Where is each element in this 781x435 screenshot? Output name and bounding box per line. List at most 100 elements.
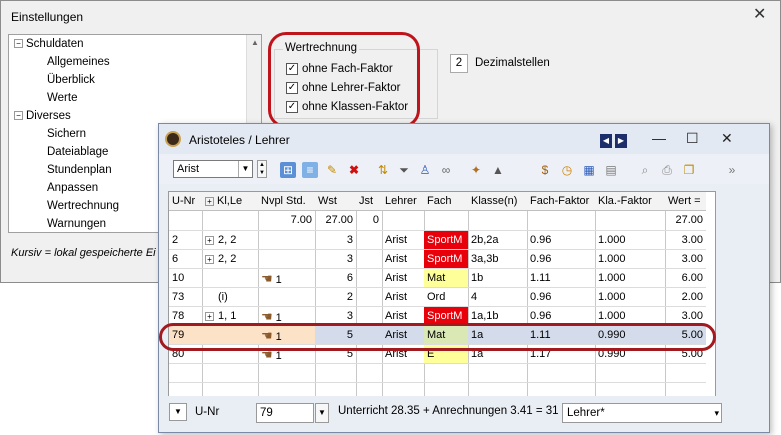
row-wst[interactable]: 2 bbox=[315, 288, 356, 307]
row-lehrer[interactable]: Arist bbox=[382, 269, 424, 288]
row-nvpl[interactable] bbox=[258, 231, 315, 250]
row-fach[interactable]: Mat bbox=[424, 269, 468, 288]
column-header[interactable]: Nvpl Std. bbox=[258, 192, 315, 211]
chevron-down-icon[interactable]: ▼ bbox=[169, 403, 187, 421]
row-lehrer[interactable]: Arist bbox=[382, 288, 424, 307]
column-header[interactable]: Klasse(n) bbox=[468, 192, 527, 211]
collapse-icon[interactable]: − bbox=[14, 39, 23, 49]
row-unr[interactable]: 73 bbox=[169, 288, 202, 307]
close-icon[interactable]: ✕ bbox=[753, 4, 766, 24]
row-wert[interactable]: 6.00 bbox=[665, 269, 706, 288]
row-fach-faktor[interactable]: 1.11 bbox=[527, 269, 595, 288]
row-wst[interactable]: 3 bbox=[315, 231, 356, 250]
column-header[interactable]: Fach-Faktor bbox=[527, 192, 595, 211]
row-fach[interactable]: Ord bbox=[424, 288, 468, 307]
column-header[interactable]: Kla.-Faktor bbox=[595, 192, 665, 211]
row-wert[interactable]: 3.00 bbox=[665, 250, 706, 269]
expand-icon[interactable]: + bbox=[205, 197, 214, 206]
column-header[interactable]: Fach bbox=[424, 192, 468, 211]
row-klassen-faktor[interactable]: 1.000 bbox=[595, 269, 665, 288]
row-wert[interactable]: 3.00 bbox=[665, 231, 706, 250]
decimals-input[interactable]: 2 bbox=[450, 54, 468, 73]
close-icon[interactable]: ✕ bbox=[721, 130, 733, 147]
tree-item[interactable]: Sichern bbox=[47, 128, 86, 140]
row-klassen-faktor[interactable]: 1.000 bbox=[595, 231, 665, 250]
collapse-icon[interactable]: − bbox=[14, 111, 23, 121]
row-unr[interactable]: 6 bbox=[169, 250, 202, 269]
wizard-icon[interactable]: ✦ bbox=[468, 162, 484, 178]
prev-icon[interactable]: ◀ bbox=[600, 134, 612, 148]
unr-spinner[interactable]: ▼ bbox=[315, 403, 329, 423]
row-fach-faktor[interactable]: 0.96 bbox=[527, 250, 595, 269]
row-klassen[interactable]: 3a,3b bbox=[468, 250, 527, 269]
column-header[interactable]: + Kl,Le bbox=[202, 192, 258, 211]
row-unr[interactable]: 10 bbox=[169, 269, 202, 288]
new-icon[interactable]: ✎ bbox=[324, 162, 340, 178]
tree-item[interactable]: Allgemeines bbox=[47, 56, 110, 68]
column-header[interactable]: Jst bbox=[356, 192, 382, 211]
column-header[interactable]: Lehrer bbox=[382, 192, 424, 211]
scroll-up-icon[interactable]: ▲ bbox=[251, 38, 259, 47]
expand-icon[interactable]: + bbox=[205, 236, 214, 245]
filter-icon[interactable]: ⏷ bbox=[396, 162, 412, 178]
row-klassen[interactable]: 2b,2a bbox=[468, 231, 527, 250]
money-icon[interactable]: $ bbox=[537, 162, 553, 178]
cap-icon[interactable]: ▲ bbox=[490, 162, 506, 178]
row-lehrer[interactable]: Arist bbox=[382, 231, 424, 250]
row-klassen-faktor[interactable]: 1.000 bbox=[595, 288, 665, 307]
teacher-icon[interactable]: ♙ bbox=[417, 162, 433, 178]
tree-item[interactable]: − Schuldaten bbox=[14, 38, 84, 50]
row-nvpl[interactable] bbox=[258, 250, 315, 269]
row-fach-faktor[interactable]: 0.96 bbox=[527, 231, 595, 250]
row-fach[interactable]: SportM bbox=[424, 231, 468, 250]
row-fach[interactable]: SportM bbox=[424, 250, 468, 269]
row-wert[interactable]: 2.00 bbox=[665, 288, 706, 307]
row-klassen-faktor[interactable]: 1.000 bbox=[595, 250, 665, 269]
column-header[interactable]: U-Nr bbox=[169, 192, 202, 211]
row-klle[interactable] bbox=[202, 269, 258, 288]
grid-view-icon[interactable]: ⊞ bbox=[280, 162, 296, 178]
clock-icon[interactable]: ◷ bbox=[559, 162, 575, 178]
tree-item[interactable]: Werte bbox=[47, 92, 77, 104]
row-klassen[interactable]: 4 bbox=[468, 288, 527, 307]
row-klle[interactable]: (i) bbox=[202, 288, 258, 307]
maximize-icon[interactable]: ☐ bbox=[686, 130, 699, 147]
schedule-icon[interactable]: ▦ bbox=[581, 162, 597, 178]
expand-icon[interactable]: + bbox=[205, 312, 214, 321]
chevron-down-icon[interactable]: ▼ bbox=[238, 161, 252, 177]
link-icon[interactable]: ∞ bbox=[438, 162, 454, 178]
next-icon[interactable]: ▶ bbox=[615, 134, 627, 148]
chevron-down-icon[interactable]: ▾ bbox=[714, 404, 719, 422]
combo-spinner[interactable]: ▲ ▼ bbox=[257, 160, 267, 178]
tree-item[interactable]: Dateiablage bbox=[47, 146, 108, 158]
sort-icon[interactable]: ⇅ bbox=[375, 162, 391, 178]
tree-item[interactable]: Warnungen bbox=[47, 218, 106, 230]
row-lehrer[interactable]: Arist bbox=[382, 250, 424, 269]
tree-item[interactable]: Wertrechnung bbox=[47, 200, 119, 212]
view-select[interactable]: Lehrer* ▾ bbox=[562, 403, 722, 423]
row-wst[interactable]: 3 bbox=[315, 250, 356, 269]
row-klle[interactable]: +2, 2 bbox=[202, 231, 258, 250]
row-fach-faktor[interactable]: 0.96 bbox=[527, 288, 595, 307]
print-icon[interactable]: ⎙ bbox=[659, 162, 675, 178]
column-header[interactable]: Wst bbox=[315, 192, 356, 211]
row-klassen[interactable]: 1b bbox=[468, 269, 527, 288]
search-icon[interactable]: ⌕ bbox=[637, 162, 653, 178]
row-unr[interactable]: 2 bbox=[169, 231, 202, 250]
table-icon[interactable]: ▤ bbox=[603, 162, 619, 178]
tree-item[interactable]: Stundenplan bbox=[47, 164, 112, 176]
column-header[interactable]: Wert = bbox=[665, 192, 706, 211]
element-combo[interactable]: Arist ▼ bbox=[173, 160, 253, 178]
hand-icon[interactable]: ☚ bbox=[261, 269, 273, 288]
minimize-icon[interactable]: — bbox=[652, 130, 666, 146]
tree-item[interactable]: − Diverses bbox=[14, 110, 71, 122]
unr-input[interactable]: 79 bbox=[256, 403, 314, 423]
windows-icon[interactable]: ❐ bbox=[681, 162, 697, 178]
tree-item[interactable]: Anpassen bbox=[47, 182, 98, 194]
delete-icon[interactable]: ✖ bbox=[346, 162, 362, 178]
row-wst[interactable]: 6 bbox=[315, 269, 356, 288]
expand-icon[interactable]: + bbox=[205, 255, 214, 264]
row-nvpl[interactable]: ☚ 1 bbox=[258, 269, 315, 288]
row-klle[interactable]: +2, 2 bbox=[202, 250, 258, 269]
list-view-icon[interactable]: ≡ bbox=[302, 162, 318, 178]
